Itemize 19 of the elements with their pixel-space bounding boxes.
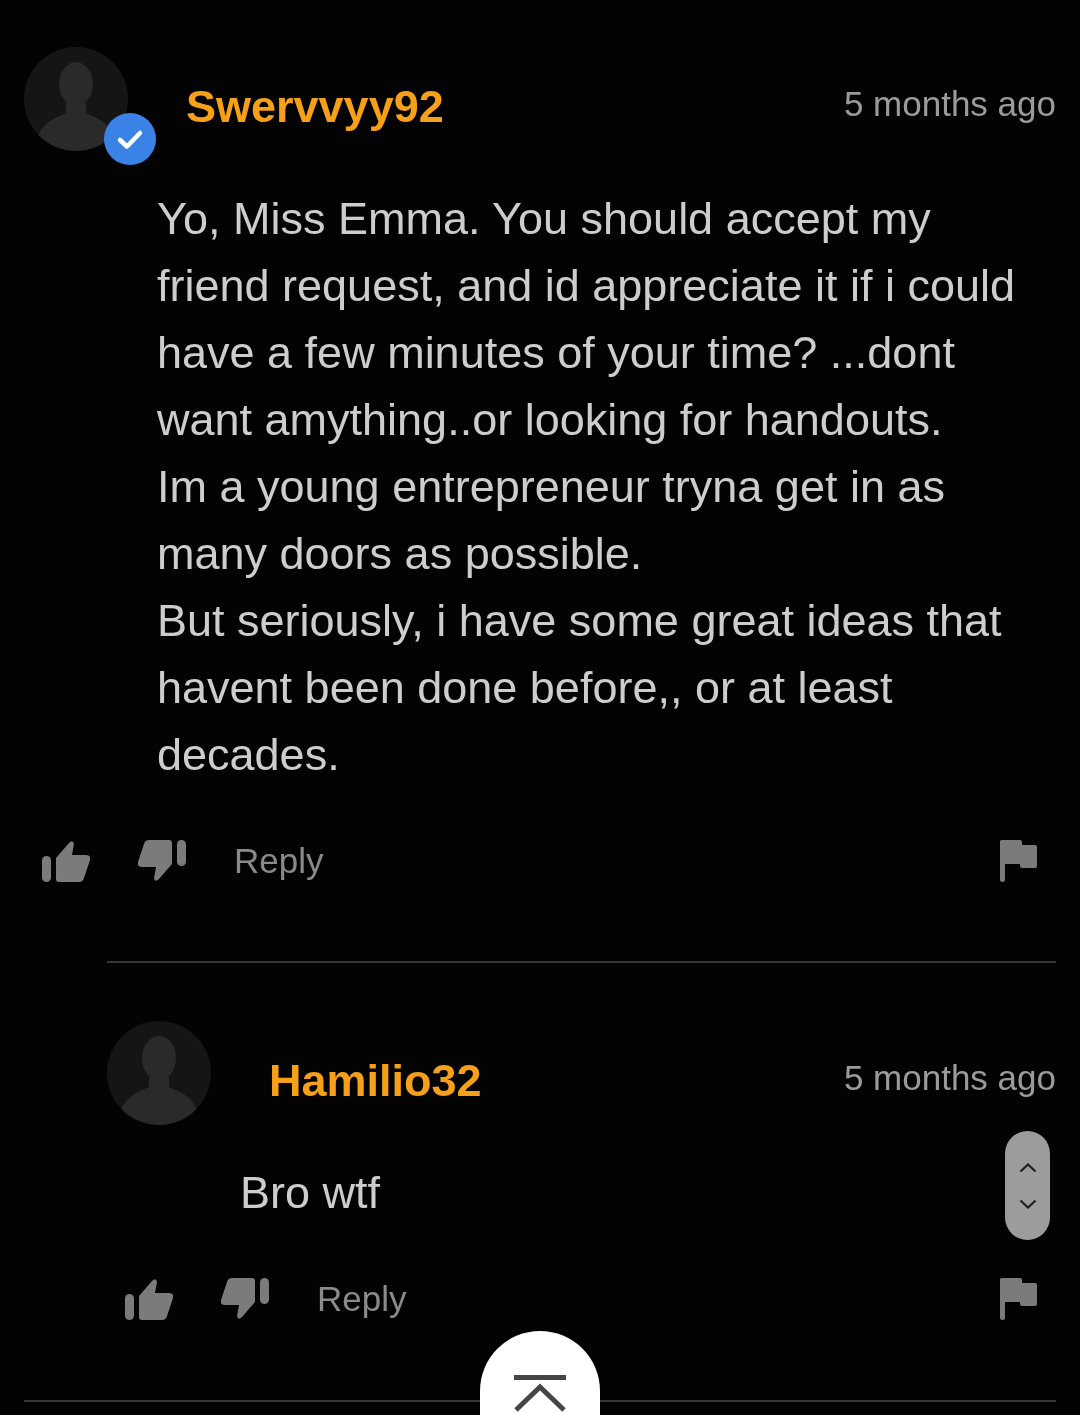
timestamp: 5 months ago bbox=[843, 84, 1056, 124]
thumbs-up-icon[interactable] bbox=[42, 840, 90, 882]
scroll-to-top-button[interactable] bbox=[480, 1331, 600, 1415]
scroll-handle[interactable] bbox=[1005, 1131, 1050, 1240]
comment-text: Bro wtf bbox=[240, 1166, 381, 1220]
thumbs-up-icon[interactable] bbox=[125, 1278, 173, 1320]
comment-text: Yo, Miss Emma. You should accept my friend request, and id appreciate it if i could have a few minutes of your time? ...dont want amything..or looking for handouts. Im a young entrepreneur tryna get in as many doors as possible. But seriously, i have some great ideas that havent been done before,, or at least decades. bbox=[157, 192, 1016, 782]
flag-icon[interactable] bbox=[1000, 840, 1037, 882]
reply-link[interactable]: Reply bbox=[234, 841, 324, 881]
flag-icon[interactable] bbox=[1000, 1278, 1037, 1320]
reply-link[interactable]: Reply bbox=[317, 1279, 407, 1319]
username[interactable]: Hamilio32 bbox=[269, 1055, 482, 1107]
chevron-down-icon bbox=[1018, 1198, 1037, 1209]
thumbs-down-icon[interactable] bbox=[221, 1278, 269, 1320]
chevron-up-icon bbox=[1018, 1162, 1037, 1173]
avatar-icon[interactable] bbox=[24, 47, 128, 151]
timestamp: 5 months ago bbox=[843, 1058, 1056, 1098]
thumbs-down-icon[interactable] bbox=[138, 840, 186, 882]
username[interactable]: Swervvyy92 bbox=[186, 81, 444, 133]
